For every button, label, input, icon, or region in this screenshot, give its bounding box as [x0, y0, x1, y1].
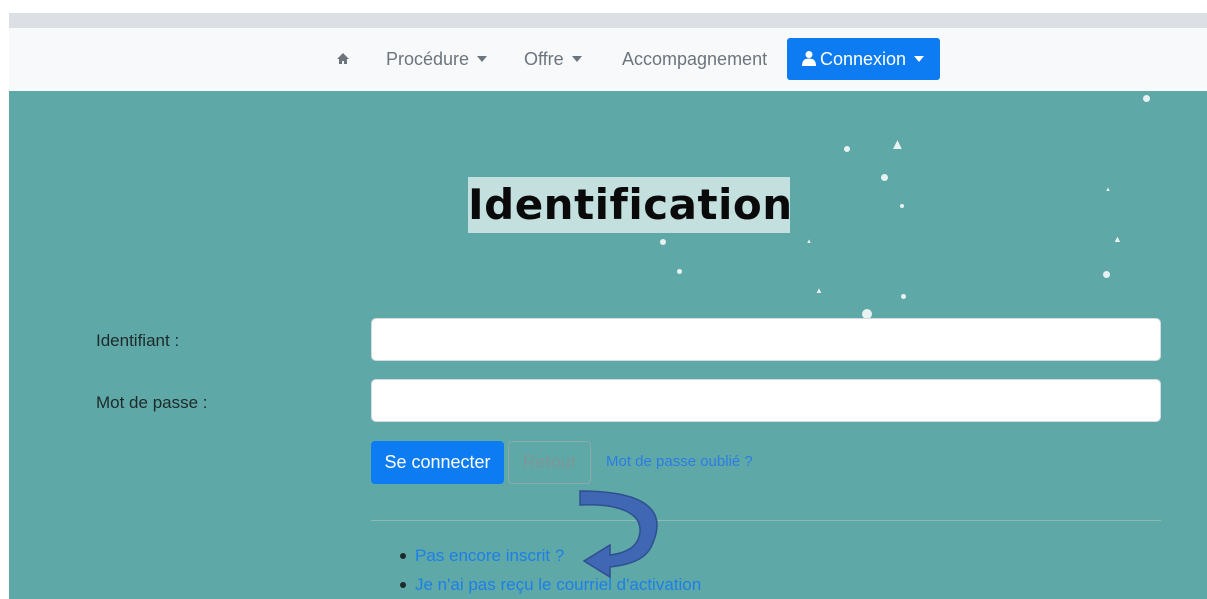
decor-dot	[1143, 95, 1150, 102]
divider	[371, 520, 1161, 521]
navbar: Procédure Offre Accompagnement Connexion	[9, 28, 1207, 91]
forgot-password-link[interactable]: Mot de passe oublié ?	[606, 453, 753, 470]
nav-offre-dropdown[interactable]: Offre	[524, 28, 582, 91]
page-title: Identification	[468, 177, 792, 233]
connexion-label: Connexion	[820, 49, 907, 69]
spade-icon: ▲	[890, 136, 905, 153]
back-button[interactable]: Retour	[508, 441, 591, 484]
home-icon[interactable]	[336, 28, 350, 91]
spade-icon: ▲	[806, 239, 812, 245]
main-content: ▲ ▲ ▲ ▲ ▲ Identification Identifiant : M…	[9, 91, 1207, 599]
curved-arrow-icon	[579, 490, 658, 579]
decor-dot	[1103, 271, 1110, 278]
decor-dot	[844, 146, 850, 152]
browser-strip	[9, 13, 1207, 28]
user-icon	[802, 51, 816, 67]
page-frame: Procédure Offre Accompagnement Connexion…	[9, 13, 1207, 599]
chevron-down-icon	[477, 55, 488, 62]
nav-offre-label: Offre	[524, 49, 564, 69]
chevron-down-icon	[914, 55, 925, 62]
decor-dot	[660, 239, 666, 245]
spade-icon: ▲	[815, 286, 823, 295]
connexion-dropdown-button[interactable]: Connexion	[787, 38, 940, 80]
nav-accompagnement-link[interactable]: Accompagnement	[622, 28, 767, 91]
login-button[interactable]: Se connecter	[371, 441, 504, 484]
spade-icon: ▲	[1105, 187, 1111, 193]
decor-dot	[901, 294, 906, 299]
password-label: Mot de passe :	[96, 393, 208, 412]
nav-accompagnement-label: Accompagnement	[622, 49, 768, 69]
chevron-down-icon	[571, 55, 582, 62]
nav-procedure-label: Procédure	[386, 49, 470, 69]
decor-dot	[677, 269, 682, 274]
decor-dot	[881, 174, 888, 181]
nav-procedure-dropdown[interactable]: Procédure	[386, 28, 488, 91]
username-label: Identifiant :	[96, 331, 180, 350]
username-input[interactable]	[371, 318, 1161, 361]
password-input[interactable]	[371, 379, 1161, 422]
decor-dot	[900, 204, 904, 208]
spade-icon: ▲	[1113, 234, 1122, 244]
